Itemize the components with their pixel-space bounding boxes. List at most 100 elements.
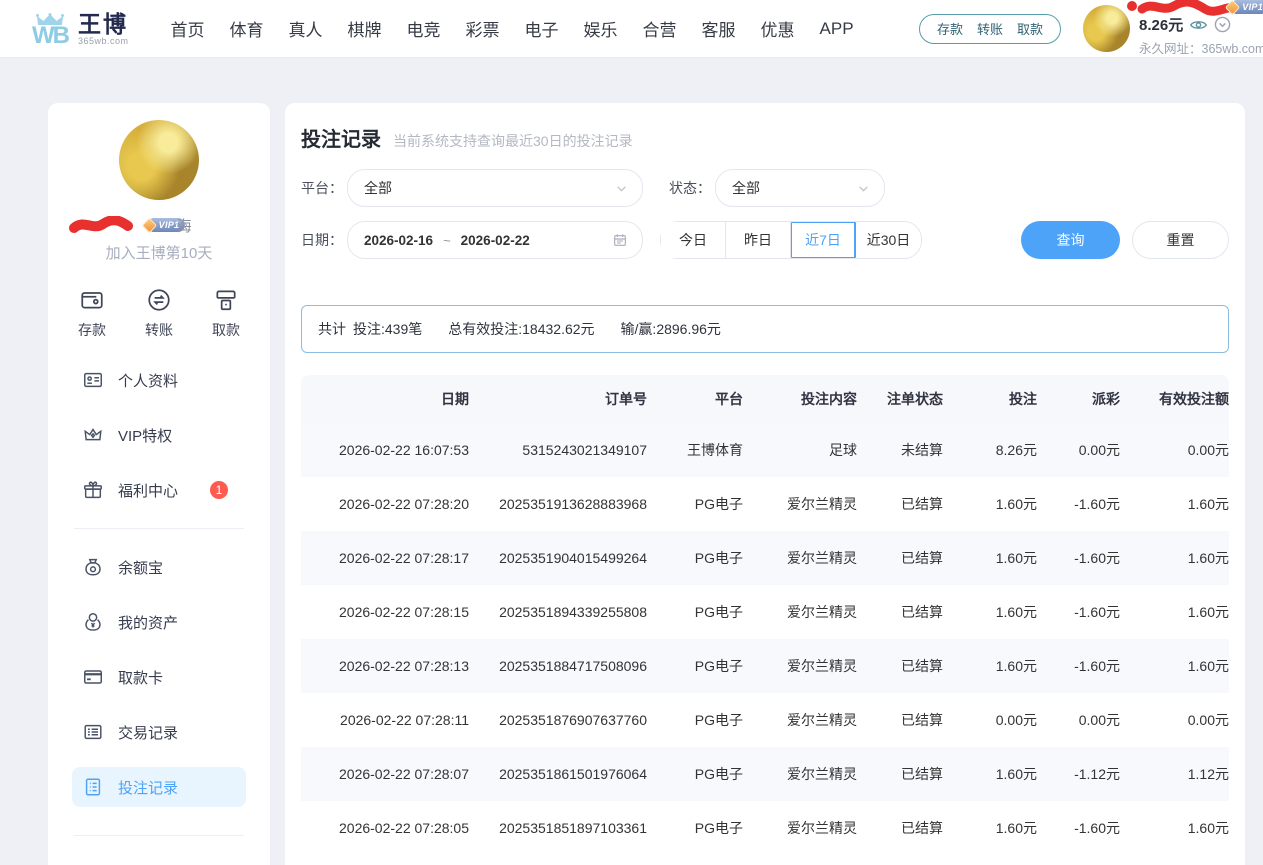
cell-payout: -1.60元 [1037, 639, 1120, 693]
profile-avatar [119, 120, 199, 200]
cell-status: 已结算 [857, 531, 943, 585]
sidebar-item-profile[interactable]: 个人资料 [72, 360, 246, 400]
nav-item[interactable]: 娱乐 [584, 16, 618, 41]
cell-order-no: 2025351884717508096 [469, 639, 647, 693]
deposit-link[interactable]: 存款 [937, 19, 963, 38]
table-row: 2026-02-22 07:28:20 2025351913628883968 … [301, 477, 1229, 531]
table-row: 2026-02-22 07:28:13 2025351884717508096 … [301, 639, 1229, 693]
date-start: 2026-02-16 [364, 233, 433, 248]
status-select[interactable]: 全部 [715, 169, 885, 207]
cell-bet-content: 爱尔兰精灵 [743, 531, 857, 585]
filter-row-1: 平台： 全部 状态： 全部 [301, 169, 1229, 207]
platform-label: 平台： [301, 178, 343, 198]
brand-name: 王博 [78, 12, 129, 36]
nav-item[interactable]: APP [820, 19, 854, 39]
search-button[interactable]: 查询 [1021, 221, 1120, 259]
wallet-actions-pill: 存款 转账 取款 [919, 14, 1061, 44]
bank-card-icon [82, 666, 104, 688]
reset-button[interactable]: 重置 [1132, 221, 1229, 259]
sidebar-item-yuebao[interactable]: 余额宝 [72, 547, 246, 587]
chevron-down-icon [857, 182, 870, 195]
top-bar: WB 王博 365wb.com 首页体育真人棋牌电竞彩票电子娱乐合营客服优惠 AP… [0, 0, 1263, 57]
date-range-input[interactable]: 2026-02-16 ~ 2026-02-22 [347, 221, 643, 259]
col-date: 日期 [301, 375, 469, 423]
calendar-icon [612, 232, 628, 248]
table-row: 2026-02-22 16:07:53 5315243021349107 王博体… [301, 423, 1229, 477]
cell-payout: -1.60元 [1037, 585, 1120, 639]
quick-range-group: 今日昨日近7日近30日 [660, 221, 922, 259]
notification-badge: 1 [210, 481, 228, 499]
sidebar-item-withdraw-card[interactable]: 取款卡 [72, 657, 246, 697]
platform-select[interactable]: 全部 [347, 169, 643, 207]
cell-bet-content: 爱尔兰精灵 [743, 639, 857, 693]
summary-win-loss: 输/赢:2896.96元 [621, 319, 721, 339]
gem-icon [141, 217, 157, 233]
nav-item[interactable]: 客服 [702, 16, 736, 41]
nav-item[interactable]: 棋牌 [348, 16, 382, 41]
username-fragment: 海 [177, 215, 192, 236]
id-card-icon [82, 369, 104, 391]
nav-item[interactable]: 合营 [643, 16, 677, 41]
cell-platform: PG电子 [647, 747, 743, 801]
cell-order-no: 2025351851897103361 [469, 801, 647, 855]
summary-prefix: 共计 [318, 319, 346, 339]
date-end: 2026-02-22 [461, 233, 530, 248]
chevron-down-circle-icon[interactable] [1214, 16, 1231, 33]
sidebar-item-bet-records[interactable]: 投注记录 [72, 767, 246, 807]
gift-icon [82, 479, 104, 501]
cell-date: 2026-02-22 07:28:20 [301, 477, 469, 531]
brand-logo[interactable]: WB 王博 365wb.com [30, 12, 129, 46]
nav-item[interactable]: 电子 [525, 16, 559, 41]
crown-icon [82, 424, 104, 446]
cell-valid-bet: 0.00元 [1120, 423, 1229, 477]
cell-valid-bet: 1.60元 [1120, 477, 1229, 531]
withdraw-link[interactable]: 取款 [1017, 19, 1043, 38]
user-avatar[interactable] [1083, 5, 1130, 52]
quick-range-button[interactable]: 近30日 [856, 222, 921, 258]
sidebar-item-vip[interactable]: VIP特权 [72, 415, 246, 455]
transfer-link[interactable]: 转账 [977, 19, 1003, 38]
cell-order-no: 2025351904015499264 [469, 531, 647, 585]
sidebar-item-assets[interactable]: 我的资产 [72, 602, 246, 642]
withdraw-action[interactable]: 取款 [212, 287, 240, 340]
cell-valid-bet: 1.12元 [1120, 747, 1229, 801]
cell-payout: -1.60元 [1037, 531, 1120, 585]
quick-actions: 存款 转账 取款 [72, 287, 246, 340]
nav-item[interactable]: 彩票 [466, 16, 500, 41]
bet-record-icon [82, 776, 104, 798]
deposit-action[interactable]: 存款 [78, 287, 106, 340]
cell-status: 已结算 [857, 477, 943, 531]
cell-bet: 1.60元 [943, 477, 1037, 531]
sidebar-item-welfare[interactable]: 福利中心 1 [72, 470, 246, 510]
nav-item[interactable]: 优惠 [761, 16, 795, 41]
bet-records-table: 日期 订单号 平台 投注内容 注单状态 投注 派彩 有效投注额 2026-02-… [301, 375, 1229, 855]
nav-item[interactable]: 首页 [171, 16, 205, 41]
nav-item[interactable]: 真人 [289, 16, 323, 41]
username-row: 海 VIP1 [72, 215, 246, 235]
nav-item[interactable]: 体育 [230, 16, 264, 41]
logo-mark: WB [30, 13, 70, 45]
summary-bets: 投注:439笔 [353, 319, 422, 339]
eye-icon[interactable] [1190, 19, 1207, 31]
cell-date: 2026-02-22 07:28:05 [301, 801, 469, 855]
cell-payout: -1.60元 [1037, 801, 1120, 855]
nav-item[interactable]: 电竞 [407, 16, 441, 41]
wallet-icon [79, 287, 105, 313]
logo-letters: WB [32, 27, 68, 45]
money-pot-icon [82, 556, 104, 578]
sidebar-item-transactions[interactable]: 交易记录 [72, 712, 246, 752]
transaction-list-icon [82, 721, 104, 743]
quick-range-button[interactable]: 昨日 [726, 222, 791, 258]
chevron-down-icon [615, 182, 628, 195]
cell-status: 未结算 [857, 423, 943, 477]
cell-date: 2026-02-22 07:28:07 [301, 747, 469, 801]
cell-status: 已结算 [857, 693, 943, 747]
transfer-action[interactable]: 转账 [145, 287, 173, 340]
cell-date: 2026-02-22 07:28:17 [301, 531, 469, 585]
table-row: 2026-02-22 07:28:11 2025351876907637760 … [301, 693, 1229, 747]
col-valid-bet: 有效投注额 [1120, 375, 1229, 423]
cell-bet: 1.60元 [943, 801, 1037, 855]
quick-range-button[interactable]: 今日 [661, 222, 726, 258]
cell-bet: 1.60元 [943, 531, 1037, 585]
quick-range-button[interactable]: 近7日 [791, 222, 856, 258]
